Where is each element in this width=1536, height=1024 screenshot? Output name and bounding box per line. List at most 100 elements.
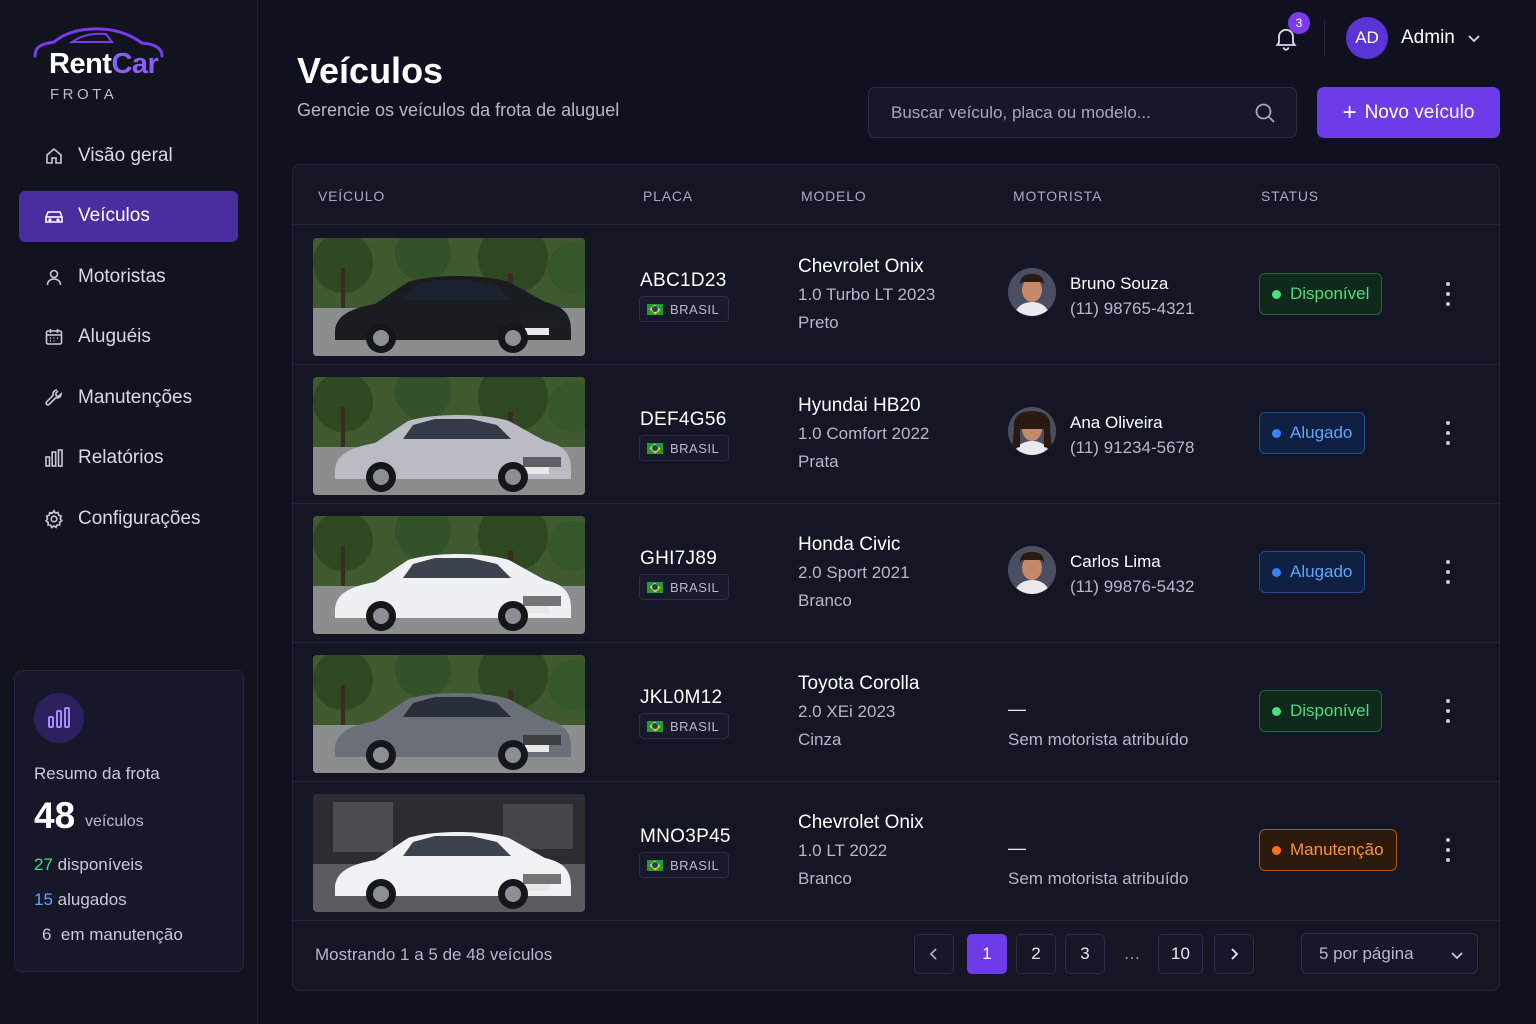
more-options-icon[interactable] [1441, 838, 1455, 862]
model-color: Branco [798, 869, 852, 888]
driver-empty-dash: — [1008, 838, 1026, 858]
more-options-icon[interactable] [1441, 699, 1455, 723]
status-badge: Alugado [1259, 551, 1366, 593]
bar-chart-icon [43, 447, 65, 469]
status-dot [1272, 845, 1281, 855]
more-options-icon[interactable] [1441, 282, 1455, 306]
col-plate[interactable]: PLACA [643, 188, 693, 204]
model-version: 1.0 Comfort 2022 [798, 424, 930, 443]
vehicle-photo[interactable] [313, 516, 585, 634]
col-driver[interactable]: MOTORISTA [1013, 188, 1102, 204]
next-page-button[interactable] [1214, 934, 1254, 974]
brazil-flag-icon [647, 303, 663, 315]
table-row[interactable]: MNO3P45 BRASIL Chevrolet Onix 1.0 LT 2022 Br… [293, 782, 1499, 921]
pagination-info: Mostrando 1 a 5 de 48 veículos [315, 945, 553, 964]
per-page-select[interactable]: 5 por página [1301, 933, 1478, 974]
model-name: Chevrolet Onix [798, 812, 924, 833]
driver-name[interactable]: Carlos Lima [1070, 552, 1161, 572]
model-version: 2.0 Sport 2021 [798, 563, 910, 582]
table-row[interactable]: GHI7J89 BRASIL Honda Civic 2.0 Sport 2021 Br… [293, 504, 1499, 643]
more-options-icon[interactable] [1441, 421, 1455, 445]
model-version: 1.0 Turbo LT 2023 [798, 285, 936, 304]
model-name: Hyundai HB20 [798, 395, 921, 416]
sidebar-item-label: Visão geral [78, 144, 173, 166]
plate-country: BRASIL [639, 852, 729, 878]
model-color: Cinza [798, 730, 842, 749]
brazil-flag-icon [647, 442, 663, 454]
vehicles-table: VEÍCULO PLACA MODELO MOTORISTA STATUS AB… [292, 164, 1500, 991]
sidebar-item-gear[interactable]: Configurações [19, 493, 238, 544]
sidebar-item-wrench[interactable]: Manutenções [19, 372, 238, 423]
prev-page-button[interactable] [914, 934, 954, 974]
sidebar: RentCar FROTA Visão geral Veículos Motoris… [0, 0, 258, 1024]
summary-total-unit: veículos [85, 813, 144, 830]
table-row[interactable]: JKL0M12 BRASIL Toyota Corolla 2.0 XEi 2023 C… [293, 643, 1499, 782]
vehicle-photo[interactable] [313, 238, 585, 356]
page-subtitle: Gerencie os veículos da frota de aluguel [297, 100, 620, 120]
chevron-down-icon[interactable] [1466, 30, 1482, 46]
driver-empty-dash: — [1008, 699, 1026, 719]
search-input[interactable] [891, 88, 1241, 137]
new-vehicle-button[interactable]: + Novo veículo [1317, 87, 1500, 138]
page-1-button[interactable]: 1 [967, 934, 1007, 974]
plate-number: MNO3P45 [640, 826, 731, 847]
driver-name[interactable]: Ana Oliveira [1070, 413, 1163, 433]
user-name[interactable]: Admin [1401, 27, 1455, 49]
wrench-icon [43, 387, 65, 409]
calendar-icon [43, 326, 65, 348]
fleet-summary-card: Resumo da frota 48 veículos 27 disponíve… [14, 670, 244, 972]
summary-available: 27 disponíveis [34, 855, 143, 874]
home-icon [43, 145, 65, 167]
notifications-button[interactable]: 3 [1272, 12, 1310, 52]
model-name: Toyota Corolla [798, 673, 920, 694]
brand-subtitle: FROTA [50, 86, 118, 103]
brand-name: RentCar [49, 48, 159, 80]
notification-badge: 3 [1288, 12, 1310, 34]
search-icon[interactable] [1254, 102, 1276, 124]
page-title: Veículos [297, 50, 444, 91]
col-vehicle[interactable]: VEÍCULO [318, 188, 385, 204]
brazil-flag-icon [647, 581, 663, 593]
col-model[interactable]: MODELO [801, 188, 866, 204]
sidebar-item-bar-chart[interactable]: Relatórios [19, 433, 238, 484]
vehicle-photo[interactable] [313, 377, 585, 495]
page-10-button[interactable]: 10 [1158, 934, 1203, 974]
driver-phone: (11) 91234-5678 [1070, 438, 1195, 457]
plus-icon: + [1342, 98, 1357, 126]
driver-empty: Sem motorista atribuído [1008, 730, 1189, 749]
search-box [868, 87, 1297, 138]
gear-icon [43, 508, 65, 530]
driver-phone: (11) 98765-4321 [1070, 299, 1195, 318]
avatar [1008, 268, 1056, 316]
sidebar-item-home[interactable]: Visão geral [19, 130, 238, 181]
sidebar-item-calendar[interactable]: Aluguéis [19, 312, 238, 363]
sidebar-item-label: Veículos [78, 205, 150, 226]
sidebar-item-label: Manutenções [78, 386, 193, 408]
plate-country: BRASIL [639, 435, 729, 461]
per-page-value: 5 por página [1319, 943, 1414, 963]
plate-country: BRASIL [639, 713, 729, 739]
sidebar-item-label: Aluguéis [78, 326, 151, 347]
status-dot [1272, 428, 1281, 438]
vehicle-photo[interactable] [313, 794, 585, 912]
model-name: Chevrolet Onix [798, 256, 924, 277]
car-icon [43, 205, 65, 227]
table-row[interactable]: ABC1D23 BRASIL Chevrolet Onix 1.0 Turbo LT … [293, 226, 1499, 365]
chevron-down-icon [1451, 952, 1463, 960]
chevron-right-icon [1231, 948, 1239, 960]
more-options-icon[interactable] [1441, 560, 1455, 584]
driver-empty: Sem motorista atribuído [1008, 869, 1189, 888]
col-status[interactable]: STATUS [1261, 188, 1319, 204]
page-3-button[interactable]: 3 [1065, 934, 1105, 974]
logo[interactable]: RentCar FROTA [32, 26, 202, 106]
table-row[interactable]: DEF4G56 BRASIL Hyundai HB20 1.0 Comfort 202… [293, 365, 1499, 504]
summary-title: Resumo da frota [34, 764, 160, 783]
sidebar-item-user[interactable]: Motoristas [19, 251, 238, 302]
plate-number: DEF4G56 [640, 409, 727, 430]
sidebar-item-car[interactable]: Veículos [19, 190, 238, 242]
vehicle-photo[interactable] [313, 655, 585, 773]
driver-name[interactable]: Bruno Souza [1070, 274, 1168, 294]
avatar[interactable]: AD [1346, 17, 1388, 59]
page-2-button[interactable]: 2 [1016, 934, 1056, 974]
avatar [1008, 546, 1056, 594]
